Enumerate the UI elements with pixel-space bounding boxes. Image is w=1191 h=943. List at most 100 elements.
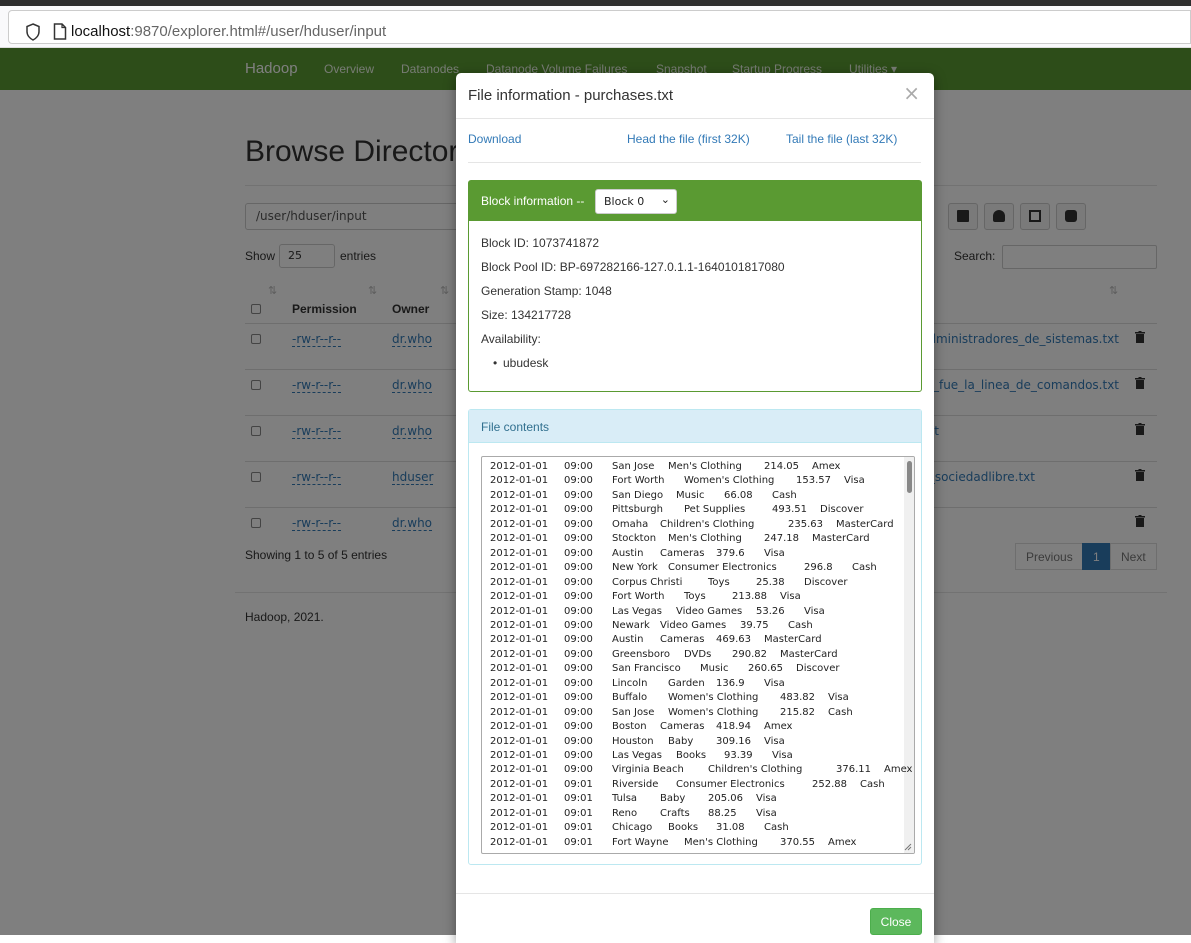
tail-file-link[interactable]: Tail the file (last 32K) — [786, 132, 897, 146]
file-content-cell: Cameras — [660, 547, 705, 559]
file-content-cell: Video Games — [676, 605, 743, 617]
file-content-cell: Women's Clothing — [684, 475, 775, 487]
page-icon — [53, 23, 67, 40]
file-content-cell: 2012-01-01 — [490, 836, 549, 848]
file-content-cell: 153.57 — [796, 475, 831, 487]
file-content-cell: 370.55 — [780, 836, 815, 848]
file-content-cell: Consumer Electronics — [676, 778, 785, 790]
file-content-cell: Visa — [772, 750, 793, 761]
file-content-cell: Men's Clothing — [668, 533, 742, 545]
file-content-cell: 09:00 — [564, 750, 593, 761]
file-content-cell: 2012-01-01 — [490, 619, 549, 631]
file-content-cell: Corpus Christi — [612, 576, 683, 588]
file-content-cell: 235.63 — [788, 518, 823, 530]
file-content-cell: Fort Worth — [612, 475, 665, 487]
file-content-cell: 09:00 — [564, 461, 593, 472]
file-content-cell: 2012-01-01 — [490, 504, 549, 516]
file-content-cell: Las Vegas — [612, 750, 662, 761]
file-content-cell: Crafts — [660, 807, 690, 819]
file-content-cell: 2012-01-01 — [490, 764, 549, 776]
file-content-cell: 214.05 — [764, 461, 799, 472]
block-select-value: Block 0 — [604, 195, 645, 208]
file-content-cell: Amex — [884, 764, 913, 776]
address-bar[interactable]: localhost:9870/explorer.html#/user/hduse… — [8, 10, 1191, 44]
file-content-cell: 53.26 — [756, 605, 785, 617]
file-content-cell: 2012-01-01 — [490, 706, 549, 718]
chevron-down-icon: ⌄ — [660, 193, 670, 206]
block-id: Block ID: 1073741872 — [481, 236, 600, 250]
file-content-cell: 09:00 — [564, 692, 593, 704]
file-content-cell: Cash — [772, 489, 797, 501]
file-content-cell: 2012-01-01 — [490, 518, 549, 530]
file-content-cell: Discover — [820, 504, 864, 516]
file-content-cell: 2012-01-01 — [490, 822, 549, 834]
file-content-cell: Fort Wayne — [612, 836, 669, 848]
block-info-panel: Block information -- Block 0 ⌄ Block ID:… — [468, 180, 922, 392]
file-content-cell: 2012-01-01 — [490, 562, 549, 574]
block-size: Size: 134217728 — [481, 308, 572, 322]
file-content-cell: 93.39 — [724, 750, 753, 761]
file-content-cell: 09:00 — [564, 591, 593, 603]
file-content-cell: 09:00 — [564, 504, 593, 516]
browser-toolbar: localhost:9870/explorer.html#/user/hduse… — [0, 6, 1191, 48]
file-content-cell: Cash — [860, 778, 885, 790]
file-content-cell: 09:01 — [564, 836, 593, 848]
file-content-cell: Pet Supplies — [684, 504, 746, 516]
links-divider — [468, 162, 921, 163]
file-content-cell: Cameras — [660, 634, 705, 646]
file-content-cell: 469.63 — [716, 634, 751, 646]
file-content-cell: Newark — [612, 619, 650, 631]
close-icon[interactable]: × — [903, 81, 920, 105]
close-button[interactable]: Close — [870, 908, 922, 935]
file-content-cell: Cash — [828, 706, 853, 718]
availability-label: Availability: — [481, 332, 541, 346]
modal-footer-divider — [456, 893, 934, 894]
block-select[interactable]: Block 0 ⌄ — [595, 189, 677, 214]
file-content-cell: MasterCard — [780, 648, 838, 660]
file-content-cell: Cameras — [660, 721, 705, 733]
block-info-header: Block information -- Block 0 ⌄ — [469, 181, 921, 221]
file-content-cell: San Jose — [612, 706, 655, 718]
block-pool-id: Block Pool ID: BP-697282166-127.0.1.1-16… — [481, 260, 785, 274]
modal-header-divider — [456, 118, 934, 119]
file-content-cell: 09:00 — [564, 547, 593, 559]
file-content-cell: 39.75 — [740, 619, 769, 631]
file-content-cell: 2012-01-01 — [490, 634, 549, 646]
file-content-cell: 2012-01-01 — [490, 461, 549, 472]
file-content-cell: Children's Clothing — [708, 764, 803, 776]
file-content-cell: 09:00 — [564, 706, 593, 718]
file-content-cell: 09:00 — [564, 648, 593, 660]
resize-grip-icon[interactable] — [904, 843, 912, 851]
file-content-cell: Visa — [756, 807, 777, 819]
file-content-cell: 205.06 — [708, 793, 743, 805]
file-content-cell: Books — [668, 822, 699, 834]
file-content-cell: Omaha — [612, 518, 649, 530]
file-content-cell: 2012-01-01 — [490, 692, 549, 704]
file-content-cell: Greensboro — [612, 648, 670, 660]
file-content-cell: San Francisco — [612, 663, 681, 675]
head-file-link[interactable]: Head the file (first 32K) — [627, 132, 750, 146]
file-content-cell: Riverside — [612, 778, 659, 790]
file-content-cell: Toys — [708, 576, 730, 588]
url-path: :9870/explorer.html#/user/hduser/input — [130, 23, 387, 40]
file-contents-textarea[interactable]: 2012-01-01 09:00 San Jose Men's Clothing 214… — [481, 456, 915, 854]
file-content-cell: Cash — [764, 822, 789, 834]
file-content-cell: 09:00 — [564, 721, 593, 733]
file-content-cell: Lincoln — [612, 677, 648, 689]
file-content-cell: Cash — [788, 619, 813, 631]
scrollbar-thumb[interactable] — [907, 461, 912, 493]
file-content-cell: 09:01 — [564, 778, 593, 790]
file-content-cell: Visa — [780, 591, 801, 603]
file-content-cell: 2012-01-01 — [490, 750, 549, 761]
file-content-cell: Las Vegas — [612, 605, 662, 617]
file-content-cell: Boston — [612, 721, 647, 733]
file-content-cell: Houston — [612, 735, 654, 747]
file-content-cell: 379.6 — [716, 547, 745, 559]
download-link[interactable]: Download — [468, 132, 521, 146]
file-content-cell: Austin — [612, 547, 644, 559]
file-content-cell: Stockton — [612, 533, 657, 545]
file-content-cell: Visa — [828, 692, 849, 704]
file-content-cell: New York — [612, 562, 658, 574]
file-content-cell: Tulsa — [612, 793, 638, 805]
scrollbar[interactable] — [904, 457, 914, 853]
